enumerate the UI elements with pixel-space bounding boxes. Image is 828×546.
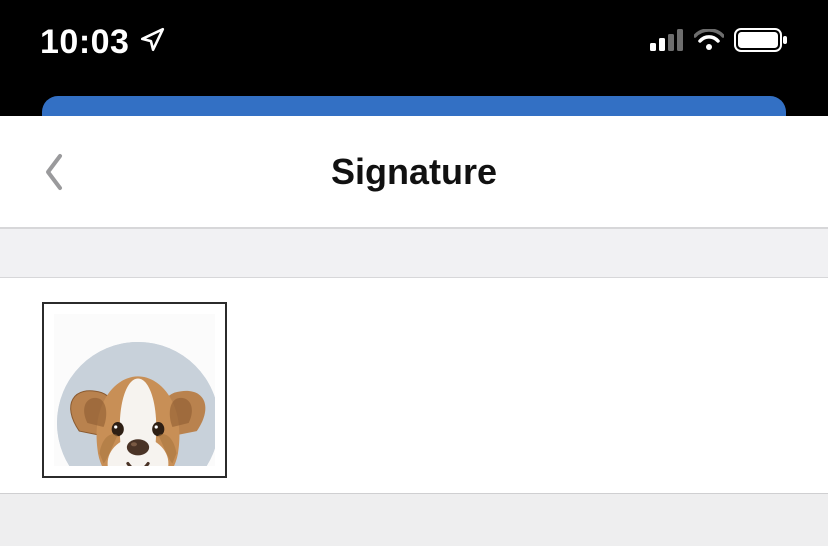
signature-thumbnail[interactable]: [42, 302, 227, 478]
status-bar: 10:03: [0, 0, 828, 84]
thumbnail-inner: [54, 314, 215, 466]
sheet-header: Signature: [0, 116, 828, 228]
battery-icon: [734, 28, 788, 57]
back-button[interactable]: [34, 142, 74, 202]
wifi-icon: [694, 29, 724, 56]
cellular-icon: [650, 29, 684, 56]
footer-gap: [0, 494, 828, 546]
signature-content: [0, 278, 828, 494]
modal-sheet: Signature: [0, 116, 828, 546]
location-icon: [139, 27, 165, 58]
section-gap: [0, 228, 828, 278]
status-left: 10:03: [40, 23, 165, 62]
avatar-circle: [57, 342, 215, 466]
dog-illustration: [57, 342, 215, 466]
status-time: 10:03: [40, 23, 129, 62]
status-area: 10:03: [0, 0, 828, 116]
status-right: [650, 28, 788, 57]
page-title: Signature: [331, 151, 497, 193]
